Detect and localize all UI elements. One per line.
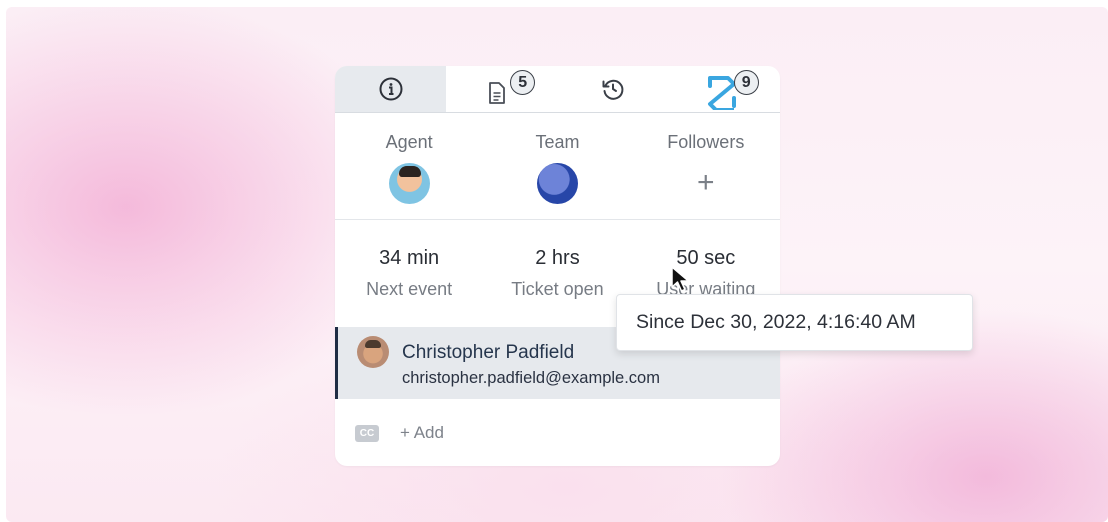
document-icon [488, 82, 505, 104]
cc-icon: CC [355, 424, 379, 442]
team-avatar[interactable] [536, 162, 578, 204]
team-column: Team [483, 132, 631, 219]
stat-value: 34 min [379, 247, 440, 269]
followers-label: Followers [667, 132, 745, 152]
people-section: Agent Team Followers + [335, 113, 780, 220]
team-label: Team [535, 132, 580, 152]
tab-history[interactable] [558, 66, 669, 112]
agent-label: Agent [385, 132, 433, 152]
agent-column: Agent [335, 132, 483, 219]
requester-name: Christopher Padfield [402, 342, 575, 363]
add-cc-button[interactable]: + Add [400, 423, 444, 443]
stat-label: Ticket open [511, 279, 604, 299]
panel-tabs: 5 9 [335, 66, 780, 113]
waiting-since-tooltip: Since Dec 30, 2022, 4:16:40 AM [616, 294, 973, 351]
add-follower-button[interactable]: + [697, 168, 715, 198]
requester-email: christopher.padfield@example.com [402, 369, 660, 387]
stat-value: 2 hrs [535, 247, 580, 269]
followers-column: Followers + [632, 132, 780, 219]
tab-documents[interactable]: 5 [446, 66, 557, 112]
documents-count-badge: 5 [510, 70, 536, 95]
tooltip-text: Since Dec 30, 2022, 4:16:40 AM [636, 311, 916, 333]
agent-avatar[interactable] [388, 162, 430, 204]
integration-count-badge: 9 [733, 70, 759, 95]
history-icon [602, 79, 624, 100]
stat-label: Next event [366, 279, 453, 299]
ticket-context-panel: 5 9 Agent Team Followers + 34 min Next e… [335, 66, 780, 466]
stat-next-event: 34 min Next event [335, 247, 483, 327]
mouse-pointer-icon [671, 266, 690, 292]
tab-info[interactable] [335, 66, 447, 112]
stat-ticket-open: 2 hrs Ticket open [483, 247, 631, 327]
requester-avatar [357, 336, 389, 368]
info-icon [379, 77, 403, 101]
cc-row: CC + Add [335, 418, 444, 448]
tab-integration[interactable]: 9 [669, 66, 780, 112]
